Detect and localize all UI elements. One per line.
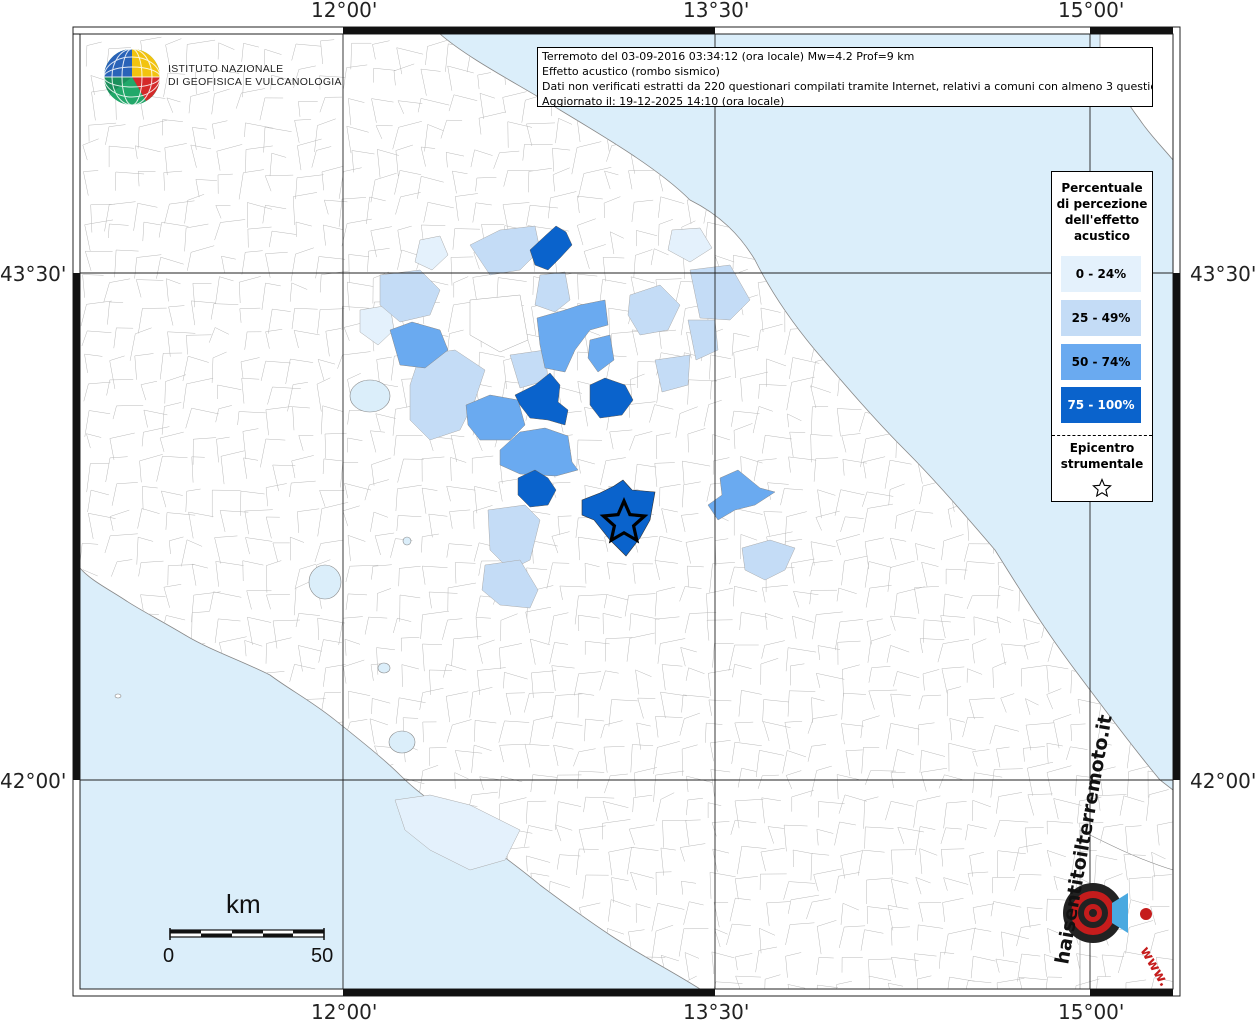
lake-vico	[377, 662, 391, 674]
legend-epicenter-line: strumentale	[1060, 457, 1144, 471]
event-title: Terremoto del 03-09-2016 03:34:12 (ora l…	[542, 50, 915, 63]
lake-bolsena	[308, 564, 342, 600]
logo-text: ISTITUTO NAZIONALE DI GEOFISICA E VULCAN…	[168, 63, 342, 89]
legend: Percentuale di percezione dell'effetto a…	[1051, 171, 1153, 502]
legend-item-50-74: 50 - 74%	[1061, 344, 1141, 380]
scale-unit: km	[226, 889, 261, 919]
scale-min: 0	[163, 945, 175, 967]
legend-item-0-24: 0 - 24%	[1061, 256, 1141, 292]
event-updated: Aggiornato il: 19-12-2025 14:10 (ora loc…	[542, 95, 785, 107]
legend-epicenter: Epicentro strumentale	[1052, 440, 1152, 502]
map[interactable]: haisentitoilterremoto.it www.	[0, 0, 1255, 1024]
lake-piediluco	[402, 536, 412, 546]
lon-label-top-3: 15°00'	[1058, 0, 1125, 22]
legend-title-line: dell'effetto	[1064, 213, 1140, 227]
lon-label-bottom-2: 13°30'	[683, 1000, 750, 1024]
lon-label-top-1: 12°00'	[311, 0, 378, 22]
legend-item-25-49: 25 - 49%	[1061, 300, 1141, 336]
legend-title-line: di percezione	[1056, 197, 1148, 211]
legend-title-line: acustico	[1073, 229, 1131, 243]
island	[114, 693, 122, 699]
area-50-74[interactable]	[465, 394, 526, 441]
legend-title: Percentuale di percezione dell'effetto a…	[1052, 180, 1152, 244]
logo-line1: ISTITUTO NAZIONALE	[168, 63, 284, 75]
lake-trasimeno	[349, 379, 391, 413]
lon-label-top-2: 13°30'	[683, 0, 750, 22]
legend-epicenter-line: Epicentro	[1069, 441, 1135, 455]
scale-max: 50	[311, 945, 334, 967]
legend-title-line: Percentuale	[1061, 181, 1143, 195]
event-data-note: Dati non verificati estratti da 220 ques…	[542, 80, 1153, 93]
lat-label-left-1: 43°30'	[0, 262, 67, 286]
legend-item-75-100: 75 - 100%	[1061, 387, 1141, 423]
lat-label-left-2: 42°00'	[0, 769, 67, 793]
lat-label-right-1: 43°30'	[1190, 262, 1255, 286]
event-info-box: Terremoto del 03-09-2016 03:34:12 (ora l…	[537, 47, 1153, 107]
lon-label-bottom-1: 12°00'	[311, 1000, 378, 1024]
logo-line2: DI GEOFISICA E VULCANOLOGIA	[168, 76, 342, 88]
star-icon	[1092, 478, 1112, 498]
lon-label-bottom-3: 15°00'	[1058, 1000, 1125, 1024]
lat-label-right-2: 42°00'	[1190, 769, 1255, 793]
lake-bracciano	[388, 730, 416, 754]
event-effect: Effetto acustico (rombo sismico)	[542, 65, 720, 78]
ingv-logo-icon	[103, 48, 161, 106]
legend-separator	[1052, 435, 1152, 436]
